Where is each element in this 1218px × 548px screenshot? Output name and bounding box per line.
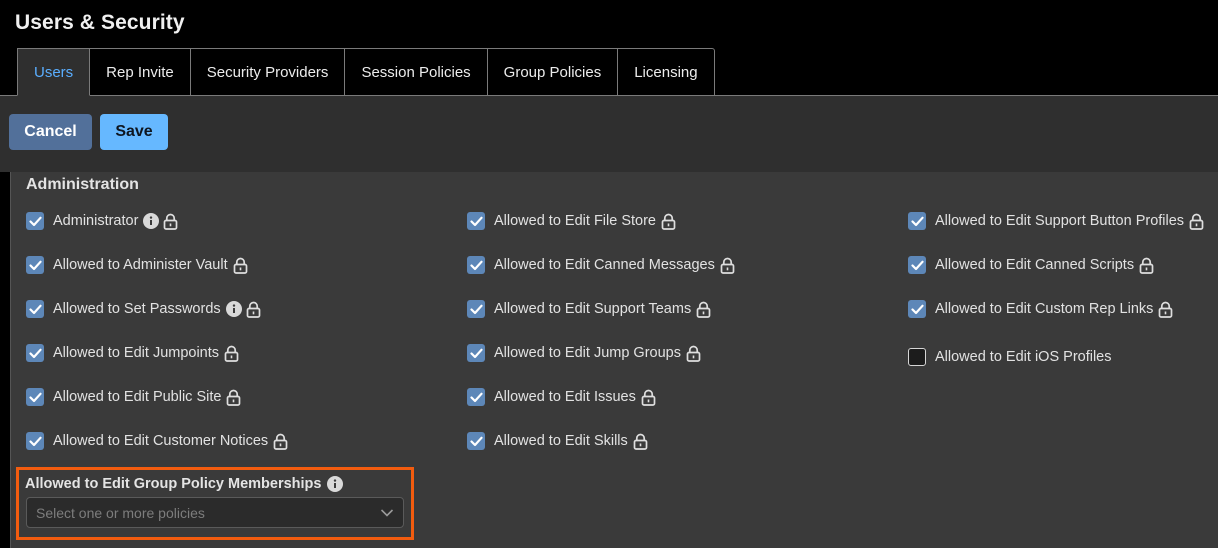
lock-icon — [1158, 301, 1173, 318]
lock-icon — [1189, 213, 1204, 230]
permission-allowed-to-edit-canned-messages[interactable]: Allowed to Edit Canned Messages — [467, 256, 735, 274]
group-policy-memberships-label: Allowed to Edit Group Policy Memberships — [25, 476, 344, 492]
lock-icon — [633, 433, 648, 450]
permission-label: Allowed to Edit Support Button Profiles — [935, 213, 1185, 229]
group-policy-memberships-label-text: Allowed to Edit Group Policy Memberships — [25, 476, 322, 492]
check-icon — [910, 216, 924, 227]
permission-label: Allowed to Edit iOS Profiles — [935, 349, 1112, 365]
checkbox[interactable] — [26, 388, 44, 406]
group-policy-select-placeholder: Select one or more policies — [36, 504, 205, 521]
permission-allowed-to-edit-skills[interactable]: Allowed to Edit Skills — [467, 432, 648, 450]
administration-panel: Administration Allowed to Edit Group Pol… — [10, 172, 1218, 548]
permission-allowed-to-edit-support-teams[interactable]: Allowed to Edit Support Teams — [467, 300, 711, 318]
tab-users[interactable]: Users — [17, 48, 91, 96]
tab-group-policies[interactable]: Group Policies — [487, 48, 619, 96]
checkbox[interactable] — [467, 388, 485, 406]
permission-allowed-to-administer-vault[interactable]: Allowed to Administer Vault — [26, 256, 248, 274]
permission-allowed-to-set-passwords[interactable]: Allowed to Set Passwords — [26, 300, 261, 318]
check-icon — [469, 216, 483, 227]
permission-label: Allowed to Administer Vault — [53, 257, 228, 273]
permission-label: Administrator — [53, 213, 139, 229]
permission-label: Allowed to Edit File Store — [494, 213, 656, 229]
save-button[interactable]: Save — [100, 114, 168, 150]
chevron-down-icon — [380, 505, 394, 521]
lock-icon — [661, 213, 676, 230]
lock-icon — [1139, 257, 1154, 274]
permission-label: Allowed to Edit Skills — [494, 433, 628, 449]
tab-licensing[interactable]: Licensing — [618, 48, 715, 96]
checkbox[interactable] — [908, 300, 926, 318]
permission-allowed-to-edit-support-button-profiles[interactable]: Allowed to Edit Support Button Profiles — [908, 212, 1204, 230]
lock-icon — [246, 301, 261, 318]
tab-bar: Users Rep Invite Security Providers Sess… — [17, 48, 715, 96]
page-title: Users & Security — [15, 11, 185, 34]
check-icon — [469, 392, 483, 403]
checkbox[interactable] — [26, 432, 44, 450]
check-icon — [28, 216, 42, 227]
checkbox[interactable] — [26, 256, 44, 274]
permission-allowed-to-edit-custom-rep-links[interactable]: Allowed to Edit Custom Rep Links — [908, 300, 1173, 318]
checkbox[interactable] — [467, 256, 485, 274]
lock-icon — [233, 257, 248, 274]
checkbox[interactable] — [908, 256, 926, 274]
group-policy-select[interactable]: Select one or more policies — [26, 497, 404, 528]
check-icon — [28, 260, 42, 271]
lock-icon — [163, 213, 178, 230]
check-icon — [28, 436, 42, 447]
checkbox[interactable] — [26, 344, 44, 362]
permission-allowed-to-edit-jumpoints[interactable]: Allowed to Edit Jumpoints — [26, 344, 239, 362]
permission-label: Allowed to Edit Issues — [494, 389, 636, 405]
lock-icon — [696, 301, 711, 318]
info-circle-icon[interactable] — [225, 301, 242, 317]
checkbox[interactable] — [467, 432, 485, 450]
check-icon — [28, 348, 42, 359]
check-icon — [469, 260, 483, 271]
check-icon — [28, 304, 42, 315]
lock-icon — [273, 433, 288, 450]
checkbox[interactable] — [26, 300, 44, 318]
permission-allowed-to-edit-public-site[interactable]: Allowed to Edit Public Site — [26, 388, 241, 406]
checkbox[interactable] — [467, 212, 485, 230]
toolbar: Cancel Save — [0, 96, 1218, 172]
tab-rep-invite[interactable]: Rep Invite — [90, 48, 191, 96]
check-icon — [910, 304, 924, 315]
lock-icon — [226, 389, 241, 406]
permission-allowed-to-edit-ios-profiles[interactable]: Allowed to Edit iOS Profiles — [908, 348, 1112, 366]
checkbox[interactable] — [467, 344, 485, 362]
check-icon — [469, 304, 483, 315]
permission-label: Allowed to Set Passwords — [53, 301, 221, 317]
permission-allowed-to-edit-canned-scripts[interactable]: Allowed to Edit Canned Scripts — [908, 256, 1154, 274]
checkbox[interactable] — [908, 348, 926, 366]
checkbox[interactable] — [467, 300, 485, 318]
tab-security-providers[interactable]: Security Providers — [190, 48, 346, 96]
lock-icon — [641, 389, 656, 406]
section-title-administration: Administration — [26, 176, 139, 193]
check-icon — [469, 436, 483, 447]
permission-allowed-to-edit-issues[interactable]: Allowed to Edit Issues — [467, 388, 656, 406]
checkbox[interactable] — [26, 212, 44, 230]
check-icon — [469, 348, 483, 359]
lock-icon — [224, 345, 239, 362]
permission-label: Allowed to Edit Jump Groups — [494, 345, 681, 361]
permission-administrator[interactable]: Administrator — [26, 212, 178, 230]
check-icon — [28, 392, 42, 403]
permission-label: Allowed to Edit Public Site — [53, 389, 222, 405]
lock-icon — [720, 257, 735, 274]
permission-label: Allowed to Edit Custom Rep Links — [935, 301, 1154, 317]
check-icon — [910, 260, 924, 271]
lock-icon — [686, 345, 701, 362]
permission-label: Allowed to Edit Canned Messages — [494, 257, 715, 273]
permission-allowed-to-edit-jump-groups[interactable]: Allowed to Edit Jump Groups — [467, 344, 701, 362]
permission-label: Allowed to Edit Canned Scripts — [935, 257, 1135, 273]
permission-label: Allowed to Edit Customer Notices — [53, 433, 269, 449]
info-circle-icon[interactable] — [143, 213, 160, 229]
permission-label: Allowed to Edit Jumpoints — [53, 345, 220, 361]
permission-label: Allowed to Edit Support Teams — [494, 301, 692, 317]
cancel-button[interactable]: Cancel — [9, 114, 92, 150]
info-circle-icon[interactable] — [327, 476, 344, 492]
permission-allowed-to-edit-customer-notices[interactable]: Allowed to Edit Customer Notices — [26, 432, 288, 450]
permission-allowed-to-edit-file-store[interactable]: Allowed to Edit File Store — [467, 212, 676, 230]
tab-session-policies[interactable]: Session Policies — [345, 48, 488, 96]
checkbox[interactable] — [908, 212, 926, 230]
